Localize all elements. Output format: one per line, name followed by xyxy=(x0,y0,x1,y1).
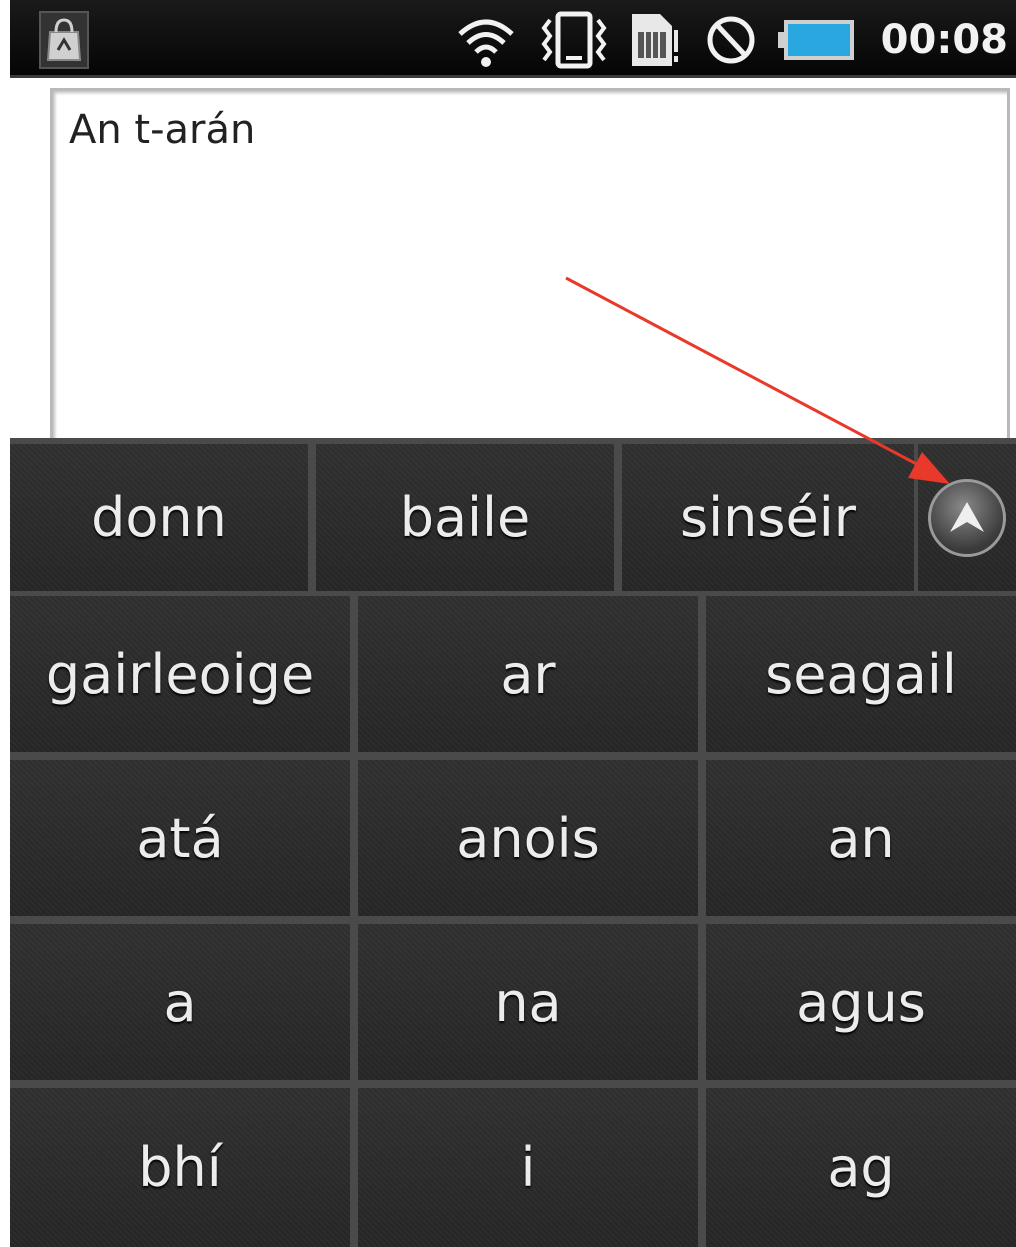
word-keyboard: donn baile sinséir gairleoige ar seagail xyxy=(10,438,1016,1247)
word-key[interactable]: bhí xyxy=(10,1088,350,1247)
word-key[interactable]: ar xyxy=(358,596,698,752)
wifi-icon xyxy=(456,14,516,67)
word-key-label: agus xyxy=(796,970,926,1034)
word-key-label: anois xyxy=(456,806,600,870)
text-input-value: An t-arán xyxy=(69,107,256,153)
suggestion-label: sinséir xyxy=(680,486,856,549)
word-key[interactable]: anois xyxy=(358,760,698,916)
word-key[interactable]: ag xyxy=(706,1088,1016,1247)
sim-card-icon xyxy=(626,10,680,66)
word-key-label: na xyxy=(494,970,562,1034)
word-key[interactable]: i xyxy=(358,1088,698,1247)
word-key[interactable]: na xyxy=(358,924,698,1080)
suggestion-item[interactable]: sinséir xyxy=(622,444,914,591)
word-key-label: ag xyxy=(827,1136,895,1199)
status-time: 00:08 xyxy=(880,17,1008,63)
word-key[interactable]: atá xyxy=(10,760,350,916)
word-key-label: i xyxy=(520,1136,536,1199)
screen: 00:08 An t-arán donn baile sinséir gairl… xyxy=(0,0,1016,1247)
word-key[interactable]: an xyxy=(706,760,1016,916)
word-key[interactable]: gairleoige xyxy=(10,596,350,752)
vibrate-icon xyxy=(540,10,608,69)
word-key[interactable]: agus xyxy=(706,924,1016,1080)
word-key[interactable]: seagail xyxy=(706,596,1016,752)
no-signal-icon xyxy=(704,12,758,64)
shopping-bag-icon xyxy=(38,10,90,69)
suggestions-scroll-button[interactable] xyxy=(918,444,1016,591)
word-key-label: gairleoige xyxy=(45,642,315,706)
suggestion-label: donn xyxy=(91,486,227,549)
word-key-label: ar xyxy=(500,642,556,706)
word-key[interactable]: a xyxy=(10,924,350,1080)
suggestion-item[interactable]: baile xyxy=(316,444,614,591)
word-key-label: atá xyxy=(136,806,224,870)
suggestion-item[interactable]: donn xyxy=(10,444,308,591)
word-key-label: a xyxy=(163,970,197,1034)
battery-icon xyxy=(776,16,858,68)
word-key-label: seagail xyxy=(765,642,957,706)
word-key-label: bhí xyxy=(138,1136,222,1199)
text-input-area[interactable]: An t-arán xyxy=(50,88,1010,448)
suggestion-label: baile xyxy=(399,486,531,549)
word-key-label: an xyxy=(827,806,895,870)
status-bar: 00:08 xyxy=(10,0,1016,78)
chevron-up-icon xyxy=(928,478,1006,557)
